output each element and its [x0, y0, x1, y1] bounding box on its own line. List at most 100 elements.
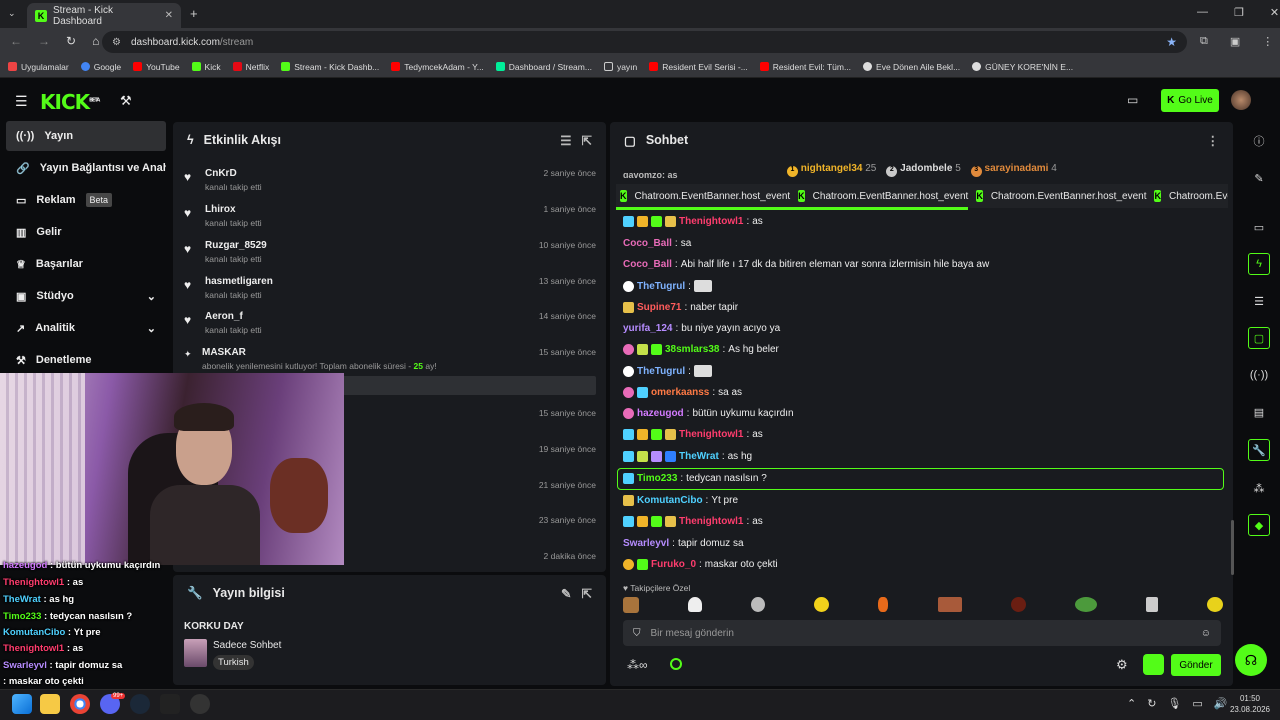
- profile-icon[interactable]: ▣: [1230, 35, 1240, 48]
- emote-icon[interactable]: [878, 597, 889, 612]
- send-button[interactable]: Gönder: [1171, 654, 1221, 676]
- bookmark-resident-evil-2[interactable]: Resident Evil: Tüm...: [759, 62, 851, 72]
- bookmark-netflix[interactable]: Netflix: [232, 62, 269, 72]
- bookmark-folder-yayin[interactable]: yayın: [603, 62, 637, 72]
- menu-icon[interactable]: ⋮: [1262, 35, 1273, 48]
- extensions-icon[interactable]: ⧉: [1200, 35, 1208, 48]
- dashboard-icon: [495, 62, 505, 71]
- address-bar[interactable]: ⚙ dashboard.kick.com/stream ★: [102, 31, 1187, 53]
- windows-start-icon[interactable]: [12, 694, 32, 714]
- leaderboard-entry[interactable]: 1 nightangel34 25: [787, 163, 876, 177]
- info-icon[interactable]: ⓘ: [1248, 130, 1270, 152]
- creator-studio-icon[interactable]: ▭: [1127, 93, 1138, 107]
- tab-close-icon[interactable]: ✕: [165, 10, 173, 21]
- emote-icon[interactable]: [1145, 597, 1158, 612]
- language-tag[interactable]: Turkish: [213, 655, 254, 670]
- popout-icon[interactable]: ⇱: [582, 133, 592, 148]
- chat-settings-gear-icon[interactable]: ⚙: [1116, 657, 1128, 673]
- bookmark-guney-kore[interactable]: GÜNEY KORE'NİN E...: [972, 62, 1073, 72]
- sub-badge-icon: [623, 516, 634, 527]
- tray-chevron-icon[interactable]: ⌃: [1127, 697, 1136, 710]
- gift-icon[interactable]: ◆: [1248, 514, 1270, 536]
- emote-icon[interactable]: [1206, 597, 1223, 612]
- home-icon[interactable]: ⌂: [92, 34, 99, 48]
- broadcast-icon[interactable]: ((·)): [1248, 364, 1270, 386]
- sidebar-item-studyo[interactable]: ▣ Stüdyo ⌄: [6, 281, 166, 311]
- chat-scrollbar[interactable]: [1231, 520, 1234, 575]
- bookmark-kick[interactable]: Kick: [191, 62, 221, 72]
- bookmark-kick-dashboard[interactable]: Stream - Kick Dashb...: [281, 62, 379, 72]
- sidebar-item-yayin[interactable]: ((·)) Yayın: [6, 121, 166, 151]
- popout-icon[interactable]: ⇱: [582, 586, 592, 601]
- list-icon[interactable]: ☰: [1248, 290, 1270, 312]
- user-avatar[interactable]: [1231, 90, 1251, 110]
- bookmark-google[interactable]: Google: [80, 62, 121, 72]
- filter-icon[interactable]: ☰: [560, 133, 571, 148]
- sidebar-item-basarilar[interactable]: ♕ Başarılar: [6, 249, 166, 279]
- tools-hammer-icon[interactable]: ⚒: [120, 93, 132, 109]
- bookmark-eve-donen[interactable]: Eve Dönen Aile Bekl...: [863, 62, 960, 72]
- emote-icon[interactable]: [1074, 597, 1097, 612]
- edit-pencil-icon[interactable]: ✎: [561, 586, 571, 601]
- sidebar-item-denetleme[interactable]: ⚒ Denetleme: [6, 345, 166, 375]
- kick-logo[interactable]: KICKBETA: [40, 90, 100, 114]
- emoji-icon[interactable]: ☺: [1201, 628, 1211, 639]
- kick-points-icon[interactable]: [670, 658, 682, 670]
- wrench-icon[interactable]: 🔧: [1248, 439, 1270, 461]
- reload-icon[interactable]: ↻: [66, 34, 76, 48]
- bookmark-dashboard-stream[interactable]: Dashboard / Stream...: [495, 62, 592, 72]
- site-info-icon[interactable]: ⚙: [112, 37, 121, 48]
- clock[interactable]: 01:50 23.08.2026: [1228, 693, 1272, 715]
- forward-icon[interactable]: →: [38, 34, 50, 48]
- maximize-button[interactable]: ❐: [1234, 6, 1244, 19]
- leaderboard-entry[interactable]: 3 sarayinadami 4: [970, 163, 1057, 177]
- steam-icon[interactable]: [130, 694, 150, 714]
- bookmark-youtube[interactable]: YouTube: [133, 62, 180, 72]
- sidebar-item-gelir[interactable]: ▥ Gelir: [6, 217, 166, 247]
- monitor-icon[interactable]: ▭: [1192, 697, 1202, 710]
- emote-icon[interactable]: [688, 597, 703, 612]
- microphone-icon[interactable]: 🎙: [1167, 697, 1181, 710]
- archive-icon[interactable]: ▤: [1248, 401, 1270, 423]
- emote-icon[interactable]: [751, 597, 766, 612]
- sidebar-item-stream-key[interactable]: 🔗Yayın Bağlantısı ve Anahtarı: [6, 153, 166, 183]
- emote-icon[interactable]: [1010, 597, 1026, 612]
- chat-options-icon[interactable]: ⋮: [1207, 133, 1220, 148]
- emote-icon[interactable]: [814, 597, 830, 612]
- sidebar-item-reklam[interactable]: ▭ Reklam Beta: [6, 185, 166, 215]
- bookmark-apps[interactable]: Uygulamalar: [8, 62, 69, 72]
- host-event-banner[interactable]: K Chatroom.EventBanner.host_event K Chatro…: [616, 184, 1228, 208]
- leaderboard-entry[interactable]: 2 Jadombele 5: [886, 163, 961, 177]
- edit-pencil-icon[interactable]: ✎: [1248, 167, 1270, 189]
- sync-icon[interactable]: ↻: [1147, 697, 1156, 710]
- chat-input[interactable]: ⛉ Bir mesaj gönderin ☺: [623, 620, 1221, 646]
- lightning-icon[interactable]: ϟ: [1248, 253, 1270, 275]
- points-icon[interactable]: ⁂∞: [627, 658, 648, 672]
- kick-emote-button[interactable]: [1143, 654, 1164, 675]
- support-headset-button[interactable]: ☊: [1235, 644, 1267, 676]
- bookmark-star-icon[interactable]: ★: [1166, 35, 1177, 49]
- close-window-button[interactable]: ✕: [1270, 6, 1279, 19]
- points-icon[interactable]: ⁂: [1248, 477, 1270, 499]
- bookmark-resident-evil-1[interactable]: Resident Evil Serisi -...: [649, 62, 748, 72]
- emote-icon[interactable]: [937, 597, 962, 612]
- chrome-icon[interactable]: [70, 694, 90, 714]
- chat-bubble-icon[interactable]: ▢: [1248, 327, 1270, 349]
- new-tab-button[interactable]: +: [190, 6, 198, 21]
- rank-1-icon: 1: [787, 166, 798, 177]
- obs-icon[interactable]: [190, 694, 210, 714]
- video-icon[interactable]: ▭: [1248, 216, 1270, 238]
- back-icon[interactable]: ←: [10, 34, 22, 48]
- hamburger-menu-icon[interactable]: ☰: [15, 93, 28, 110]
- bookmark-tedymcek[interactable]: TedymcekAdam - Y...: [391, 62, 484, 72]
- minimize-button[interactable]: —: [1197, 6, 1208, 19]
- volume-icon[interactable]: 🔊: [1214, 697, 1228, 710]
- emote-icon[interactable]: [623, 597, 639, 613]
- browser-tab[interactable]: K Stream - Kick Dashboard ✕: [27, 3, 181, 28]
- terminal-icon[interactable]: [160, 694, 180, 714]
- tab-list-chevron-icon[interactable]: ⌄: [8, 8, 16, 19]
- sidebar-item-analitik[interactable]: ↗ Analitik ⌄: [6, 313, 166, 343]
- go-live-button[interactable]: K Go Live: [1161, 89, 1219, 112]
- category-name[interactable]: Sadece Sohbet: [213, 640, 281, 651]
- file-explorer-icon[interactable]: [40, 694, 60, 714]
